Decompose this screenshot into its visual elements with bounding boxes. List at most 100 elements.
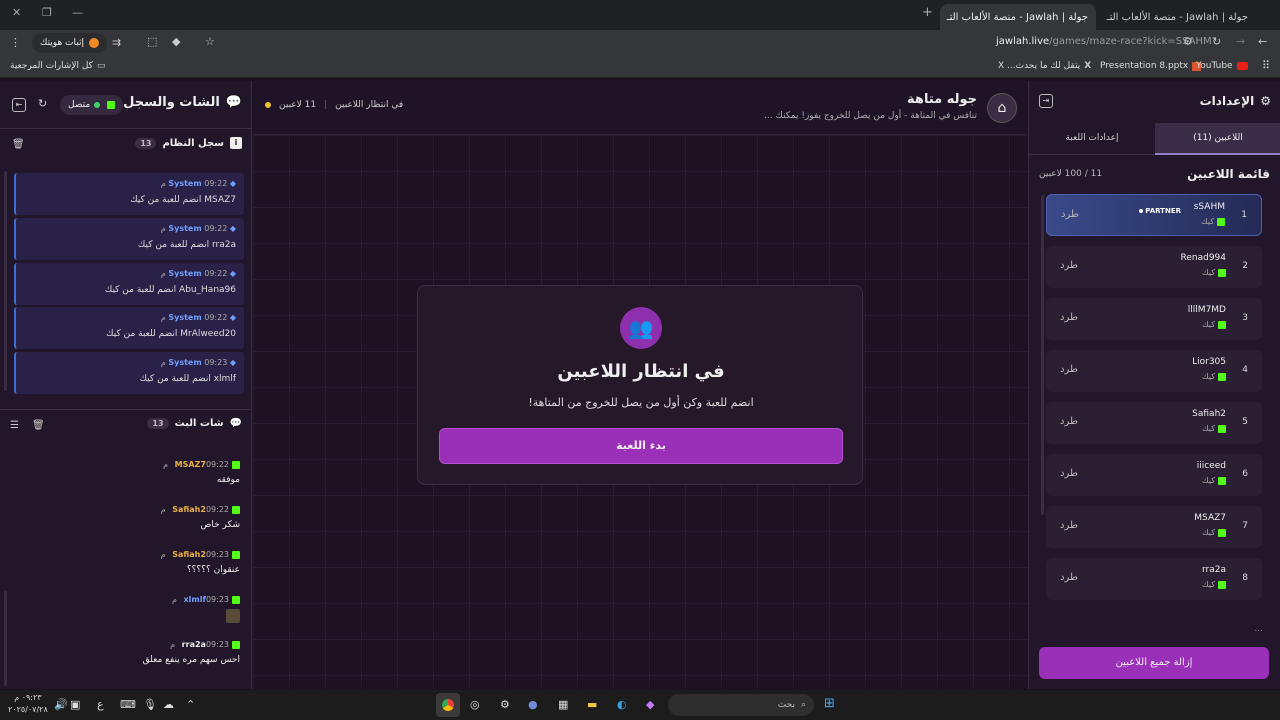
system-log-header: 🗑 i سجل النظام 13 <box>0 129 252 161</box>
player-row: 7 MSAZ7 كيك طرد <box>1046 506 1262 548</box>
extensions-icon[interactable]: ⬚ <box>147 35 157 48</box>
volume-icon[interactable]: 🔊 <box>54 698 68 711</box>
reading-list-icon[interactable]: ⇉ <box>112 36 121 49</box>
filter-icon[interactable]: ☰ <box>10 420 19 431</box>
edge-icon[interactable]: ◐ <box>617 698 627 711</box>
players-list-title: قائمة اللاعبين <box>1187 167 1270 181</box>
chat-username[interactable]: Safiah2 <box>172 550 206 559</box>
browser-tab-bar: ✕ ❐ — + جولة | Jawlah - منصة الألعاب الت… <box>0 0 1280 30</box>
bookmark-presentation[interactable]: Presentation 8.pptx <box>1100 61 1202 71</box>
tab-players[interactable]: اللاعبين (11) <box>1155 123 1280 155</box>
chat-message: MSAZ709:22 م موفقه <box>10 460 240 485</box>
copilot-icon[interactable]: ◆ <box>646 698 654 711</box>
tab-active[interactable]: جولة | Jawlah - منصة الألعاب التـ ✕ <box>940 4 1096 30</box>
chat-username[interactable]: xlmlf <box>183 595 205 604</box>
forward-icon[interactable]: → <box>1236 35 1245 48</box>
store-icon[interactable]: ▦ <box>558 698 568 711</box>
start-game-button[interactable]: بدء اللعبة <box>439 428 843 464</box>
scrollbar[interactable] <box>4 171 7 391</box>
x-logo-icon: X <box>1084 61 1092 71</box>
search-box[interactable]: ⌕ بحث <box>668 694 814 716</box>
remove-all-players-button[interactable]: إزالة جميع اللاعبين <box>1039 647 1269 679</box>
chat-panel-title-text: الشات والسجل <box>123 95 220 110</box>
network-icon[interactable]: ▣ <box>70 698 80 711</box>
game-status-bar: في انتظار اللاعبين | 11 لاعبين <box>265 100 403 110</box>
kick-player-button[interactable]: طرد <box>1060 260 1078 271</box>
chat-username[interactable]: Safiah2 <box>172 505 206 514</box>
address-bar[interactable]: jawlah.live/games/maze-race?kick=SSAHM <box>996 36 1212 47</box>
player-name: Safiah2 <box>1192 409 1226 419</box>
file-explorer-icon[interactable]: ▬ <box>587 698 597 711</box>
chat-text: موفقه <box>216 475 240 485</box>
language-indicator[interactable]: ع <box>97 698 104 711</box>
chat-username[interactable]: rra2a <box>182 640 206 649</box>
url-domain: jawlah.live <box>996 36 1050 47</box>
shield-icon: ◆ <box>229 358 236 367</box>
kick-player-button[interactable]: طرد <box>1060 520 1078 531</box>
minimize-window-icon[interactable]: — <box>72 6 83 19</box>
player-rank: 5 <box>1242 417 1248 427</box>
menu-dots-icon[interactable]: ⋮ <box>10 36 21 49</box>
all-bookmarks[interactable]: ▭ كل الإشارات المرجعية <box>10 61 105 71</box>
close-tab-icon[interactable]: ✕ <box>1100 12 1101 23</box>
bookmark-youtube[interactable]: YouTube <box>1196 61 1248 71</box>
settings-tabs: اللاعبين (11) إعدادات اللعبة <box>1029 123 1280 155</box>
refresh-icon[interactable]: ↻ <box>38 97 47 110</box>
chat-message: rra2a09:23 م احس سهم مره ينفع معلق <box>10 640 240 665</box>
kick-player-button[interactable]: طرد <box>1061 209 1079 220</box>
player-row: 3 llllM7MD كيك طرد <box>1046 298 1262 340</box>
restore-window-icon[interactable]: ❐ <box>42 6 52 19</box>
emote-image <box>226 609 240 623</box>
site-settings-icon[interactable]: ⚙ <box>1183 35 1193 48</box>
new-tab-button[interactable]: + <box>922 5 933 20</box>
apps-grid-icon[interactable]: ⠿ <box>1262 59 1270 72</box>
scrollbar[interactable] <box>1041 195 1044 515</box>
keyboard-icon[interactable]: ⌨ <box>120 698 136 711</box>
reload-icon[interactable]: ↻ <box>1212 35 1221 48</box>
player-rank: 4 <box>1242 365 1248 375</box>
kick-player-button[interactable]: طرد <box>1060 364 1078 375</box>
tab-inactive[interactable]: جولة | Jawlah - منصة الألعاب التـ ✕ <box>1100 4 1256 30</box>
kick-player-button[interactable]: طرد <box>1060 312 1078 323</box>
kick-player-button[interactable]: طرد <box>1060 416 1078 427</box>
back-icon[interactable]: ← <box>1258 35 1267 48</box>
home-button[interactable]: ⌂ <box>987 93 1017 123</box>
app-icon[interactable]: ◎ <box>470 698 480 711</box>
clock[interactable]: ٠٩:٢٣ م ٢٠٢٥/٠٧/٢٨ <box>8 692 48 716</box>
folder-icon: ▭ <box>96 61 106 71</box>
status-dot <box>265 102 271 108</box>
players-list-count: 11 / 100 لاعبين <box>1039 169 1103 179</box>
system-message-text: MSAZ7 انضم للعبة من كيك <box>130 195 236 205</box>
tab-label: جولة | Jawlah - منصة الألعاب التـ <box>1106 11 1248 23</box>
cloud-icon[interactable]: ☁ <box>163 698 174 711</box>
bookmark-youtube-label: YouTube <box>1196 61 1233 71</box>
show-hidden-icons-icon[interactable]: ⌃ <box>186 698 195 711</box>
chrome-taskbar-icon[interactable] <box>436 693 460 717</box>
close-tab-icon[interactable]: ✕ <box>940 12 941 23</box>
collapse-panel-icon[interactable]: ⇤ <box>12 98 26 112</box>
trash-icon[interactable]: 🗑 <box>32 420 45 431</box>
waiting-card-title: في انتظار اللاعبين <box>557 361 725 382</box>
scrollbar[interactable] <box>4 591 7 686</box>
chat-log-panel: ⇤ ↻ متصل 💬 الشات والسجل 🗑 i سجل النظام 1… <box>0 81 252 689</box>
microphone-icon[interactable]: 🎙 <box>143 698 157 711</box>
tab-game-settings[interactable]: إعدادات اللعبة <box>1029 123 1155 155</box>
chat-username[interactable]: MSAZ7 <box>175 460 206 469</box>
settings-taskbar-icon[interactable]: ⚙ <box>500 698 510 711</box>
close-window-icon[interactable]: ✕ <box>12 6 21 19</box>
profile-button[interactable]: إثبات هويتك <box>32 33 107 53</box>
kick-player-button[interactable]: طرد <box>1060 572 1078 583</box>
player-name: Renad994 <box>1180 253 1227 263</box>
bookmark-x[interactable]: X يتقل لك ما يحدث... X <box>998 61 1091 71</box>
extension-icon[interactable]: ◆ <box>172 35 180 48</box>
bookmark-star-icon[interactable]: ☆ <box>205 35 215 48</box>
kick-player-button[interactable]: طرد <box>1060 468 1078 479</box>
chat-text: شكر خاص <box>200 520 240 530</box>
discord-icon[interactable]: ● <box>528 698 538 711</box>
trash-icon[interactable]: 🗑 <box>12 139 25 150</box>
collapse-panel-icon[interactable]: ⇥ <box>1039 94 1053 108</box>
chat-panel-header: ⇤ ↻ متصل 💬 الشات والسجل <box>0 81 252 129</box>
windows-start-icon[interactable]: ⊞ <box>824 696 835 711</box>
system-message: ◆ System 09:22 م rra2a انضم للعبة من كيك <box>14 218 244 260</box>
player-row: 6 iiiceed كيك طرد <box>1046 454 1262 496</box>
